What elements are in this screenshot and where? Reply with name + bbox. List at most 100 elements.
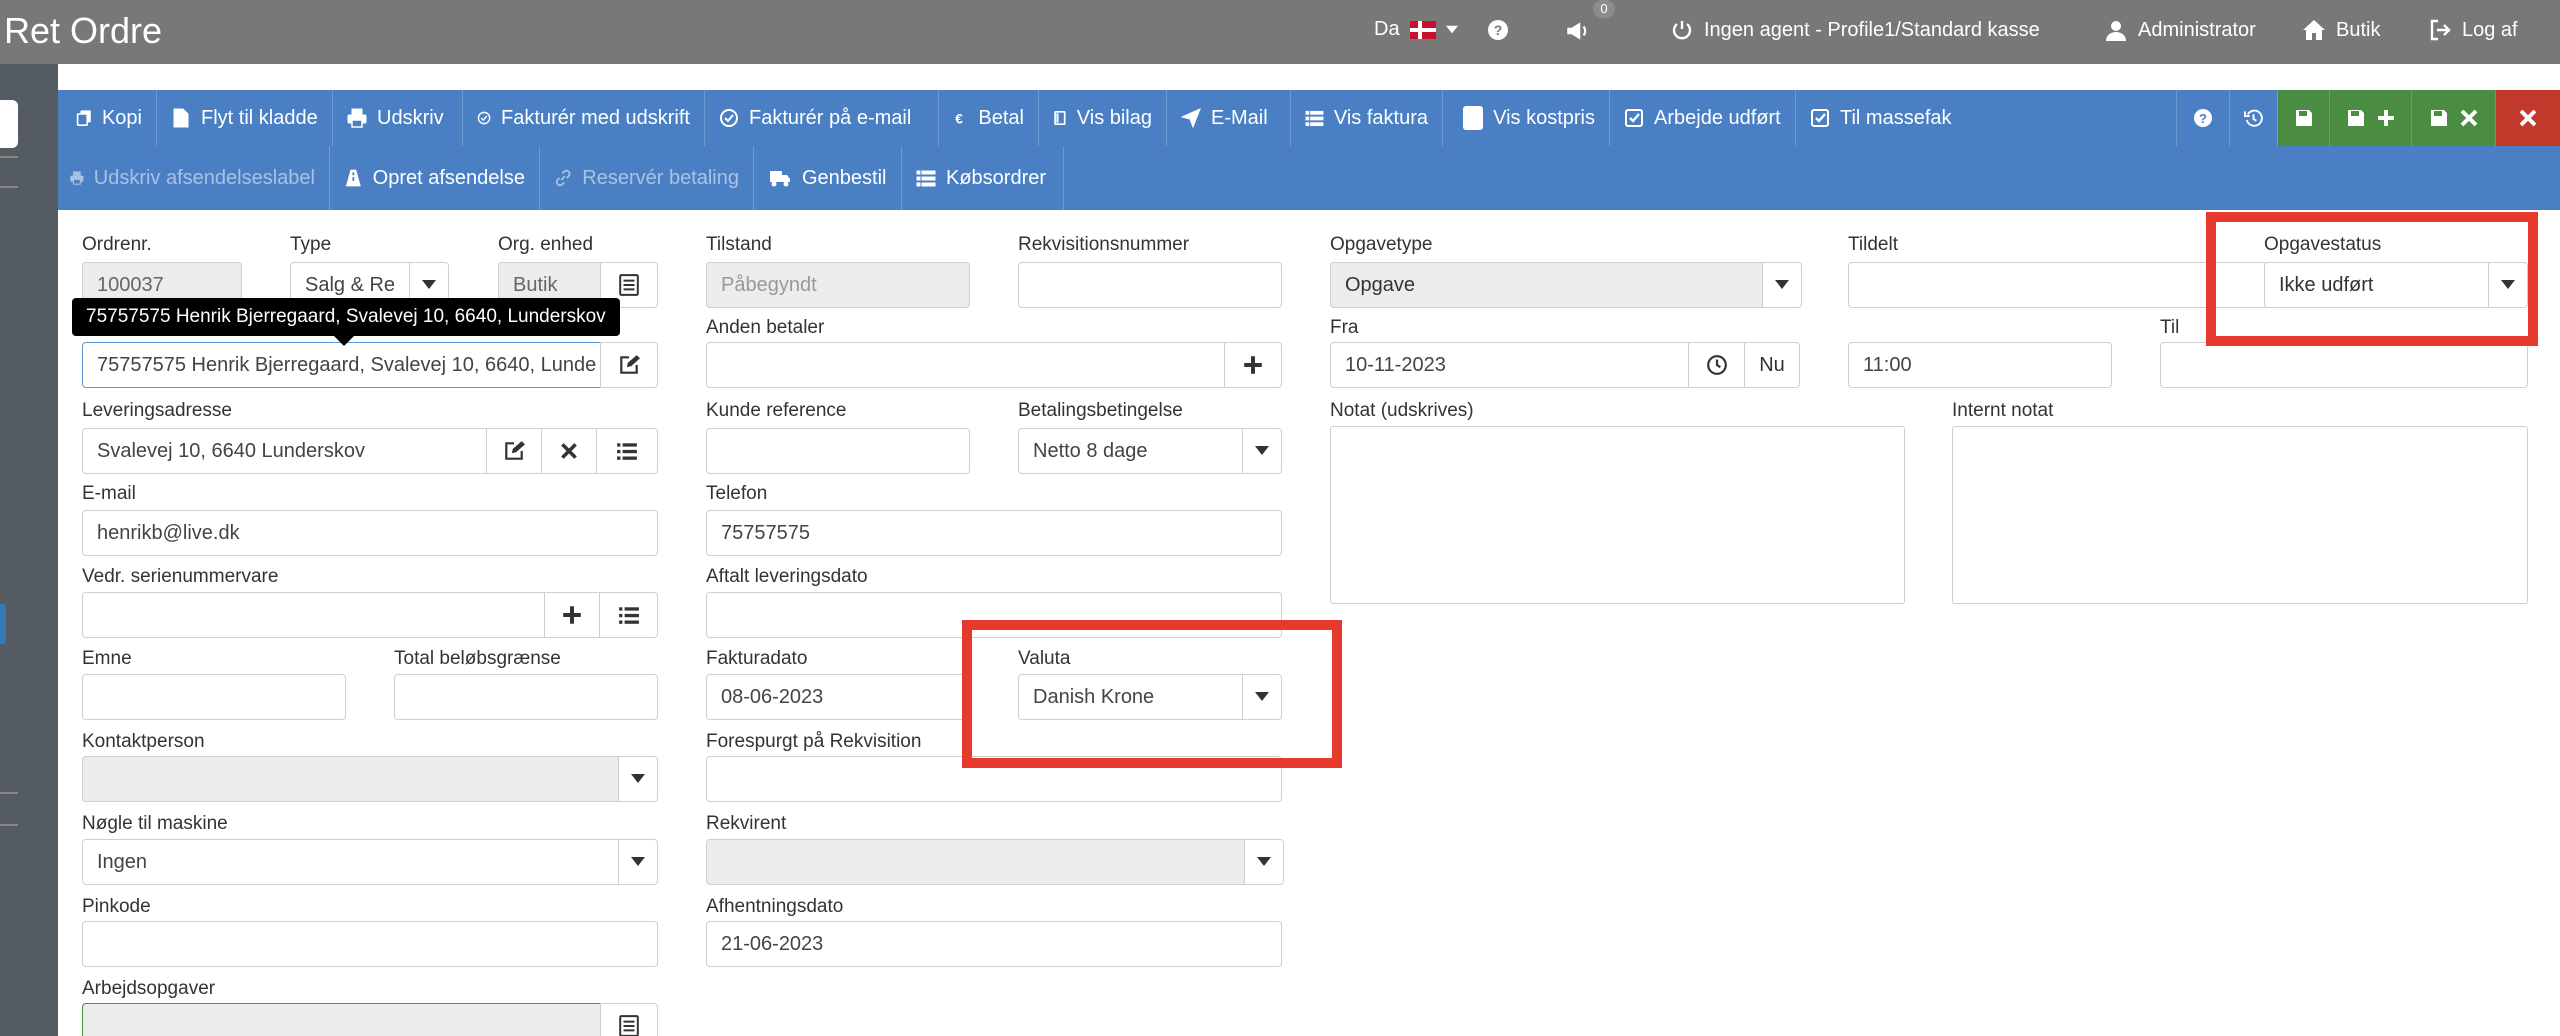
assigned-field[interactable] — [1848, 262, 2268, 308]
agent-status-label: Ingen agent - Profile1/Standard kasse — [1704, 18, 2040, 41]
help-icon: ? — [1488, 20, 1508, 40]
save-close-button[interactable] — [2412, 90, 2496, 146]
serial-number-list-button[interactable] — [599, 592, 658, 638]
email-button[interactable]: E-Mail — [1167, 90, 1291, 146]
pay-button[interactable]: € Betal — [939, 90, 1039, 146]
reorder-button[interactable]: Genbestil — [754, 146, 902, 210]
task-type-select[interactable]: Opgave — [1330, 262, 1764, 308]
work-tasks-field[interactable] — [82, 1003, 602, 1036]
to-field[interactable] — [2160, 342, 2528, 388]
requested-requisition-label: Forespurgt på Rekvisition — [706, 731, 922, 752]
copy-button[interactable]: Kopi — [58, 90, 157, 146]
payment-terms-dropdown-button[interactable] — [1242, 428, 1282, 474]
contact-person-label: Kontaktperson — [82, 731, 205, 752]
shop-label: Butik — [2336, 18, 2381, 41]
serial-number-field[interactable] — [82, 592, 546, 638]
megaphone-icon — [1567, 22, 1587, 40]
truck-icon — [770, 171, 790, 187]
task-type-dropdown-button[interactable] — [1762, 262, 1802, 308]
work-done-button[interactable]: Arbejde udført — [1610, 90, 1796, 146]
customer-reference-field[interactable] — [706, 428, 970, 474]
show-invoice-button[interactable]: Vis faktura — [1291, 90, 1443, 146]
customer-field[interactable]: 75757575 Henrik Bjerregaard, Svalevej 10… — [82, 342, 602, 388]
reserve-payment-button[interactable]: Reservér betaling — [540, 146, 754, 210]
shop-link[interactable]: Butik — [2302, 18, 2380, 42]
payment-terms-select[interactable]: Netto 8 dage — [1018, 428, 1244, 474]
invoice-date-field[interactable]: 08-06-2023 — [706, 674, 970, 720]
phone-label: Telefon — [706, 483, 768, 504]
invoice-email-button[interactable]: Fakturér på e-mail — [705, 90, 939, 146]
email-field[interactable]: henrikb@live.dk — [82, 510, 658, 556]
divider — [0, 156, 18, 158]
home-icon — [2303, 20, 2325, 40]
total-limit-field[interactable] — [394, 674, 658, 720]
caret-down-icon — [631, 774, 645, 783]
help-button[interactable]: ? — [1486, 18, 1510, 42]
print-button[interactable]: Udskriv — [333, 90, 463, 146]
work-tasks-browse-button[interactable] — [600, 1003, 658, 1036]
other-payer-add-button[interactable] — [1224, 342, 1282, 388]
toolbar-help-button[interactable]: ? — [2176, 90, 2230, 146]
machine-key-select[interactable]: Ingen — [82, 839, 620, 885]
customer-edit-button[interactable] — [600, 342, 658, 388]
show-attachment-button[interactable]: Vis bilag — [1039, 90, 1167, 146]
save-new-button[interactable] — [2330, 90, 2412, 146]
mass-invoice-button[interactable]: Til massefak — [1796, 90, 1974, 146]
contact-person-select[interactable] — [82, 756, 620, 802]
close-button[interactable] — [2496, 90, 2560, 146]
show-cost-toggle[interactable]: Vis kostpris — [1443, 90, 1610, 146]
serial-number-add-button[interactable] — [544, 592, 600, 638]
state-field[interactable]: Påbegyndt — [706, 262, 970, 308]
history-button[interactable] — [2230, 90, 2278, 146]
purchase-orders-button[interactable]: Købsordrer — [902, 146, 1064, 210]
save-icon — [2430, 110, 2447, 126]
delivery-address-clear-button[interactable] — [541, 428, 597, 474]
pickup-date-field[interactable]: 21-06-2023 — [706, 921, 1282, 967]
side-input[interactable] — [0, 100, 18, 148]
copy-icon — [76, 110, 91, 126]
plus-icon — [1244, 356, 1262, 374]
pin-code-field[interactable] — [82, 921, 658, 967]
show-cost-checkbox[interactable] — [1463, 106, 1484, 130]
from-date-field[interactable]: 10-11-2023 — [1330, 342, 1690, 388]
now-button[interactable]: Nu — [1744, 342, 1800, 388]
print-shipping-label-button[interactable]: Udskriv afsendelseslabel — [58, 146, 330, 210]
caret-down-icon — [1255, 446, 1269, 455]
requisition-number-field[interactable] — [1018, 262, 1282, 308]
contact-person-dropdown-button[interactable] — [618, 756, 658, 802]
list-icon — [1305, 110, 1324, 127]
machine-key-dropdown-button[interactable] — [618, 839, 658, 885]
invoice-print-button[interactable]: Fakturér med udskrift — [463, 90, 705, 146]
phone-field[interactable]: 75757575 — [706, 510, 1282, 556]
delivery-address-field[interactable]: Svalevej 10, 6640 Lunderskov — [82, 428, 488, 474]
user-menu[interactable]: Administrator — [2104, 18, 2256, 42]
announcements-button[interactable] — [1562, 18, 1592, 44]
requester-select[interactable] — [706, 839, 1246, 885]
customer-reference-label: Kunde reference — [706, 400, 847, 421]
save-button[interactable] — [2278, 90, 2330, 146]
edit-icon — [620, 355, 640, 374]
internal-note-textarea[interactable] — [1952, 426, 2528, 604]
delivery-address-list-button[interactable] — [596, 428, 658, 474]
delivery-address-edit-button[interactable] — [486, 428, 542, 474]
serial-number-label: Vedr. serienummervare — [82, 566, 279, 587]
from-time-picker-button[interactable] — [1688, 342, 1746, 388]
language-selector[interactable]: Da — [1374, 18, 1458, 41]
note-textarea[interactable] — [1330, 426, 1905, 604]
from-time-field[interactable]: 11:00 — [1848, 342, 2112, 388]
create-shipment-button[interactable]: Opret afsendelse — [330, 146, 540, 210]
caret-down-icon — [1775, 280, 1789, 289]
top-header: Ret Ordre Da ? 0 Ingen agent - Profile1/… — [0, 0, 2560, 64]
svg-text:?: ? — [2199, 111, 2207, 126]
divider — [0, 792, 18, 794]
power-icon — [1672, 21, 1692, 40]
danish-flag-icon — [1409, 20, 1436, 39]
requester-dropdown-button[interactable] — [1244, 839, 1284, 885]
move-to-draft-button[interactable]: Flyt til kladde — [157, 90, 333, 146]
logout-link[interactable]: Log af — [2428, 18, 2518, 42]
other-payer-field[interactable] — [706, 342, 1226, 388]
close-icon — [2460, 109, 2477, 127]
subject-field[interactable] — [82, 674, 346, 720]
agent-status[interactable]: Ingen agent - Profile1/Standard kasse — [1670, 18, 2040, 42]
pickup-date-label: Afhentningsdato — [706, 896, 844, 917]
